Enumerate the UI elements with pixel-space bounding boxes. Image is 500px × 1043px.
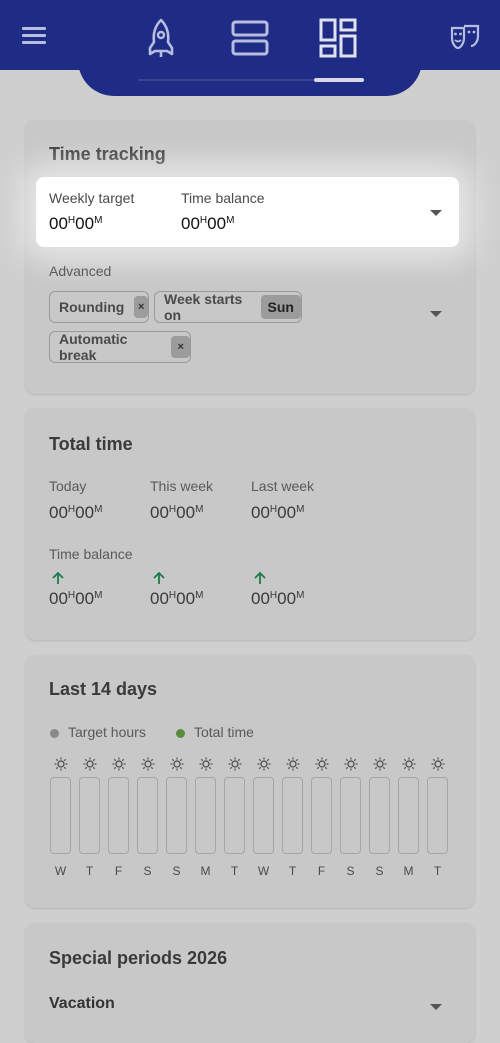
selected-tab-indicator — [314, 78, 364, 82]
hamburger-menu-icon[interactable] — [22, 27, 46, 45]
sun-icon — [199, 757, 213, 771]
rounding-chip[interactable]: Rounding × — [49, 291, 149, 323]
today-label: Today — [49, 478, 87, 494]
sun-icon — [431, 757, 445, 771]
theater-masks-icon[interactable] — [450, 24, 480, 52]
today-balance-value: 00H00M — [49, 589, 103, 608]
sun-icon — [373, 757, 387, 771]
day-bar[interactable] — [253, 777, 274, 854]
time-balance-value: 00H00M — [181, 214, 235, 233]
day-bar[interactable] — [398, 777, 419, 854]
today-value: 00H00M — [49, 503, 103, 522]
day-label: S — [375, 864, 384, 878]
day-label: M — [403, 864, 414, 878]
day-label: F — [317, 864, 326, 878]
day-bar[interactable] — [166, 777, 187, 854]
sun-icon — [228, 757, 242, 771]
last-week-balance-value: 00H00M — [251, 589, 305, 608]
sun-icon — [257, 757, 271, 771]
day-label: W — [257, 864, 270, 878]
day-label: S — [346, 864, 355, 878]
weekly-target-value: 00H00M — [49, 214, 103, 233]
special-periods-title: Special periods 2026 — [49, 948, 228, 968]
total-time-title: Total time — [49, 434, 133, 454]
total-time-legend-dot — [176, 729, 185, 738]
sun-icon — [54, 757, 68, 771]
week-starts-on-label: Week starts on — [164, 291, 243, 323]
close-icon[interactable]: × — [134, 296, 148, 318]
day-label: T — [288, 864, 297, 878]
arrow-up-icon — [254, 571, 266, 584]
last-14-days-title: Last 14 days — [49, 679, 158, 699]
time-tracking-summary-dropdown[interactable]: Weekly target 00H00M Time balance 00H00M — [36, 177, 459, 247]
time-tracking-title: Time tracking — [49, 144, 166, 164]
close-icon[interactable]: × — [171, 336, 190, 358]
day-bar[interactable] — [369, 777, 390, 854]
automatic-break-label: Automatic break — [59, 331, 128, 363]
day-label: T — [433, 864, 442, 878]
day-bar[interactable] — [137, 777, 158, 854]
this-week-value: 00H00M — [150, 503, 204, 522]
last-week-value: 00H00M — [251, 503, 305, 522]
automatic-break-chip[interactable]: Automatic break × — [49, 331, 191, 363]
week-starts-on-chip[interactable]: Week starts on Sun — [154, 291, 302, 323]
day-label: T — [85, 864, 94, 878]
arrow-up-icon — [52, 571, 64, 584]
sun-icon — [83, 757, 97, 771]
sun-icon — [402, 757, 416, 771]
dashboard-grid-icon[interactable] — [316, 16, 360, 60]
top-app-bar-tab-area — [78, 60, 422, 96]
day-bar[interactable] — [427, 777, 448, 854]
day-bar[interactable] — [79, 777, 100, 854]
chevron-down-icon[interactable] — [430, 311, 442, 317]
day-label: M — [200, 864, 211, 878]
list-view-icon[interactable] — [228, 16, 272, 60]
day-label: W — [54, 864, 67, 878]
special-periods-card: Special periods 2026 Vacation — [25, 923, 475, 1043]
advanced-label: Advanced — [49, 263, 112, 279]
last-week-label: Last week — [251, 478, 315, 494]
total-time-legend-label: Total time — [194, 724, 254, 740]
target-hours-legend-label: Target hours — [68, 724, 146, 740]
sun-icon — [344, 757, 358, 771]
this-week-balance-value: 00H00M — [150, 589, 204, 608]
day-bar[interactable] — [50, 777, 71, 854]
weekly-target-label: Weekly target — [49, 190, 135, 206]
time-balance-label: Time balance — [181, 190, 265, 206]
day-label: S — [172, 864, 181, 878]
sun-icon — [141, 757, 155, 771]
day-bar[interactable] — [340, 777, 361, 854]
day-bar[interactable] — [311, 777, 332, 854]
vacation-label: Vacation — [49, 995, 115, 1012]
sun-icon — [286, 757, 300, 771]
target-hours-legend-dot — [50, 729, 59, 738]
chevron-down-icon[interactable] — [430, 210, 442, 216]
rocket-icon[interactable] — [139, 16, 183, 60]
day-bar[interactable] — [224, 777, 245, 854]
chevron-down-icon[interactable] — [430, 1004, 442, 1010]
day-label: T — [230, 864, 239, 878]
sun-icon — [315, 757, 329, 771]
day-bar[interactable] — [108, 777, 129, 854]
day-label: F — [114, 864, 123, 878]
sun-icon — [112, 757, 126, 771]
total-time-balance-label: Time balance — [49, 546, 133, 562]
day-bar[interactable] — [195, 777, 216, 854]
this-week-label: This week — [150, 478, 214, 494]
day-bar[interactable] — [282, 777, 303, 854]
arrow-up-icon — [153, 571, 165, 584]
sun-icon — [170, 757, 184, 771]
day-label: S — [143, 864, 152, 878]
rounding-chip-label: Rounding — [59, 299, 125, 315]
week-starts-value[interactable]: Sun — [260, 295, 301, 319]
